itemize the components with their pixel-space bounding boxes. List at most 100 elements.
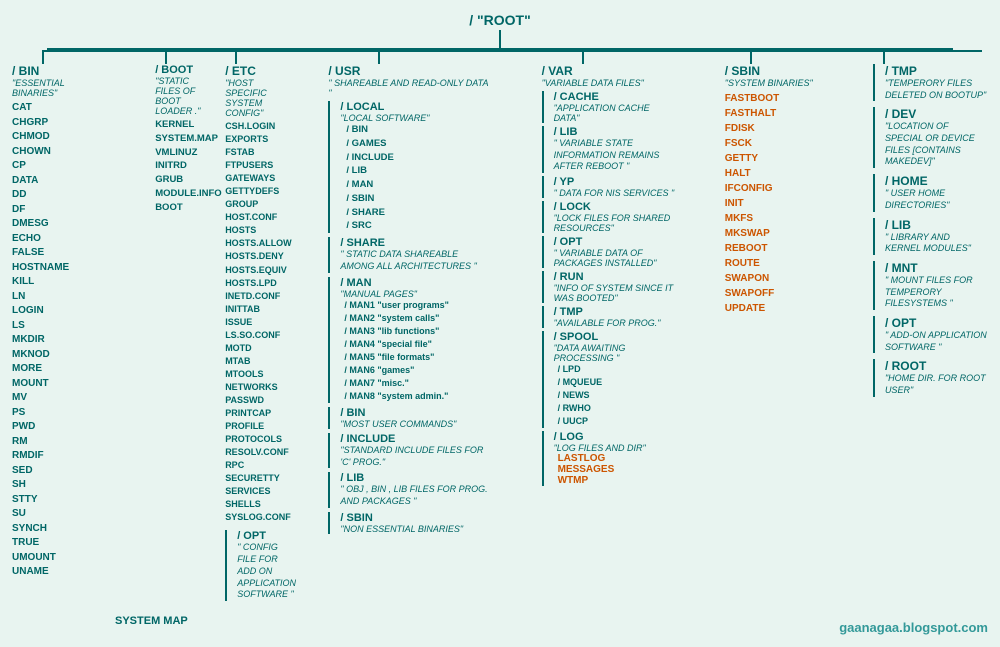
var-lock-title: / LOCK (554, 201, 677, 213)
system-map-label: SYSTEM MAP (115, 615, 188, 627)
var-lock-desc: "LOCK FILES FOR SHARED RESOURCES" (554, 213, 677, 233)
right-column: / TMP "TEMPERORY FILES DELETED ON BOOTUP… (873, 50, 988, 397)
etc-block: / ETC "HOST SPECIFIC SYSTEM CONFIG" CSH.… (225, 50, 296, 601)
etc-opt-block: / OPT " CONFIG FILE FOR ADD ON APPLICATI… (225, 530, 296, 600)
usr-man-block: / MAN "MANUAL PAGES" / MAN1 "user progra… (328, 277, 493, 403)
usr-local-block: / LOCAL "LOCAL SOFTWARE" / BIN/ GAMES/ I… (328, 101, 493, 233)
usr-sbin-desc: "NON ESSENTIAL BINARIES" (340, 524, 493, 534)
right-dev-desc: "LOCATION OF SPECIAL OR DEVICE FILES [CO… (885, 121, 988, 168)
usr-share-block: / SHARE " STATIC DATA SHAREABLE AMONG AL… (328, 237, 493, 272)
right-root-desc: "HOME DIR. FOR ROOT USER" (885, 373, 988, 396)
var-tmp-desc: "AVAILABLE FOR PROG." (554, 318, 677, 328)
var-yp-block: / YP " DATA FOR NIS SERVICES " (542, 176, 677, 198)
var-log-block: / LOG "LOG FILES AND DIR" LASTLOGMESSAGE… (542, 431, 677, 486)
var-lib-block: / LIB " VARIABLE STATE INFORMATION REMAI… (542, 126, 677, 173)
usr-sbin-title: / SBIN (340, 512, 493, 524)
bin-desc: "ESSENTIAL BINARIES" (12, 78, 107, 98)
boot-files: KERNELSYSTEM.MAPVMLINUZINITRDGRUBMODULE.… (155, 118, 205, 214)
sbin-files: FASTBOOTFASTHALTFDISKFSCKGETTYHALTIFCONF… (725, 91, 825, 316)
usr-include-title: / INCLUDE (340, 433, 493, 445)
sbin-column: / SBIN "SYSTEM BINARIES" FASTBOOTFASTHAL… (725, 50, 825, 316)
var-spool-desc: "DATA AWAITING PROCESSING " (554, 343, 677, 363)
var-lib-title: / LIB (554, 126, 677, 138)
right-home-block: / HOME " USER HOME DIRECTORIES" (873, 174, 988, 211)
var-cache-desc: "APPLICATION CACHE DATA" (554, 103, 677, 123)
var-spool-subdirs: / LPD/ MQUEUE/ NEWS/ RWHO/ UUCP (554, 363, 677, 428)
usr-sbin-block: / SBIN "NON ESSENTIAL BINARIES" (328, 512, 493, 534)
usr-man-title: / MAN (340, 277, 493, 289)
usr-lib-block: / LIB " OBJ , BIN , LIB FILES FOR PROG. … (328, 472, 493, 507)
var-run-title: / RUN (554, 271, 677, 283)
right-lib-block: / LIB " LIBRARY AND KERNEL MODULES" (873, 218, 988, 255)
usr-bin-block: / BIN "MOST USER COMMANDS" (328, 407, 493, 429)
usr-local-desc: "LOCAL SOFTWARE" (340, 113, 493, 123)
var-desc: "VARIABLE DATA FILES" (542, 78, 677, 88)
usr-bin-desc: "MOST USER COMMANDS" (340, 419, 493, 429)
boot-desc: "STATIC FILES OF BOOT LOADER ." (155, 76, 205, 116)
right-opt-block: / OPT " ADD-ON APPLICATION SOFTWARE " (873, 316, 988, 353)
page: / "ROOT" / BIN "ESSENTIAL BINARIES" CATC… (0, 0, 1000, 647)
right-home-title: / HOME (885, 174, 988, 188)
sbin-title: / SBIN (725, 64, 825, 78)
sbin-desc: "SYSTEM BINARIES" (725, 78, 825, 88)
var-column: / VAR "VARIABLE DATA FILES" / CACHE "APP… (542, 50, 677, 486)
root-name: "ROOT" (477, 12, 531, 28)
right-lib-title: / LIB (885, 218, 988, 232)
bin-column: / BIN "ESSENTIAL BINARIES" CATCHGRPCHMOD… (12, 50, 107, 580)
etc-opt-title: / OPT (237, 530, 296, 542)
usr-desc: " SHAREABLE AND READ-ONLY DATA " (328, 78, 493, 98)
usr-share-title: / SHARE (340, 237, 493, 249)
var-cache-title: / CACHE (554, 91, 677, 103)
var-yp-title: / YP (554, 176, 677, 188)
usr-share-desc: " STATIC DATA SHAREABLE AMONG ALL ARCHIT… (340, 249, 493, 272)
var-tmp-block: / TMP "AVAILABLE FOR PROG." (542, 306, 677, 328)
usr-man-desc: "MANUAL PAGES" (340, 289, 493, 299)
usr-include-block: / INCLUDE "STANDARD INCLUDE FILES FOR 'C… (328, 433, 493, 468)
root-slash: / (469, 12, 477, 28)
var-lock-block: / LOCK "LOCK FILES FOR SHARED RESOURCES" (542, 201, 677, 233)
var-cache-block: / CACHE "APPLICATION CACHE DATA" (542, 91, 677, 123)
var-run-desc: "INFO OF SYSTEM SINCE IT WAS BOOTED" (554, 283, 677, 303)
var-opt-desc: " VARIABLE DATA OF PACKAGES INSTALLED" (554, 248, 677, 268)
right-opt-title: / OPT (885, 316, 988, 330)
var-title: / VAR (542, 64, 677, 78)
right-tmp-desc: "TEMPERORY FILES DELETED ON BOOTUP" (885, 78, 988, 101)
var-spool-block: / SPOOL "DATA AWAITING PROCESSING " / LP… (542, 331, 677, 428)
root-container: / "ROOT" (8, 8, 992, 28)
var-log-title: / LOG (554, 431, 677, 443)
right-home-desc: " USER HOME DIRECTORIES" (885, 188, 988, 211)
bin-files: CATCHGRPCHMODCHOWNCPDATADDDFDMESGECHOFAL… (12, 101, 107, 580)
usr-include-desc: "STANDARD INCLUDE FILES FOR 'C' PROG." (340, 445, 493, 468)
right-root-block: / ROOT "HOME DIR. FOR ROOT USER" (873, 359, 988, 396)
right-mnt-title: / MNT (885, 261, 988, 275)
var-log-desc: "LOG FILES AND DIR" (554, 443, 677, 453)
right-lib-desc: " LIBRARY AND KERNEL MODULES" (885, 232, 988, 255)
right-root-title: / ROOT (885, 359, 988, 373)
usr-column: / USR " SHAREABLE AND READ-ONLY DATA " /… (328, 50, 493, 534)
right-dev-title: / DEV (885, 107, 988, 121)
right-mnt-block: / MNT " MOUNT FILES FOR TEMPERORY FILESY… (873, 261, 988, 310)
usr-lib-title: / LIB (340, 472, 493, 484)
var-opt-block: / OPT " VARIABLE DATA OF PACKAGES INSTAL… (542, 236, 677, 268)
right-mnt-desc: " MOUNT FILES FOR TEMPERORY FILESYSTEMS … (885, 275, 988, 310)
boot-title: / BOOT (155, 64, 205, 76)
var-tmp-title: / TMP (554, 306, 677, 318)
usr-man-subdirs: / MAN1 "user programs" / MAN2 "system ca… (340, 299, 493, 403)
usr-title: / USR (328, 64, 493, 78)
boot-block: / BOOT "STATIC FILES OF BOOT LOADER ." K… (155, 50, 205, 601)
bin-title: / BIN (12, 64, 107, 78)
right-tmp-title: / TMP (885, 64, 988, 78)
etc-title: / ETC (225, 64, 296, 78)
watermark: gaanagaa.blogspot.com (839, 620, 988, 635)
var-log-files: LASTLOGMESSAGESWTMP (554, 453, 677, 486)
var-spool-title: / SPOOL (554, 331, 677, 343)
usr-local-title: / LOCAL (340, 101, 493, 113)
etc-opt-desc: " CONFIG FILE FOR ADD ON APPLICATION SOF… (237, 542, 296, 600)
usr-bin-title: / BIN (340, 407, 493, 419)
var-lib-desc: " VARIABLE STATE INFORMATION REMAINS AFT… (554, 138, 677, 173)
right-tmp-block: / TMP "TEMPERORY FILES DELETED ON BOOTUP… (873, 64, 988, 101)
var-yp-desc: " DATA FOR NIS SERVICES " (554, 188, 677, 198)
usr-local-subdirs: / BIN/ GAMES/ INCLUDE/ LIB/ MAN/ SBIN/ S… (340, 123, 493, 233)
etc-column: / BOOT "STATIC FILES OF BOOT LOADER ." K… (155, 50, 280, 601)
right-opt-desc: " ADD-ON APPLICATION SOFTWARE " (885, 330, 988, 353)
